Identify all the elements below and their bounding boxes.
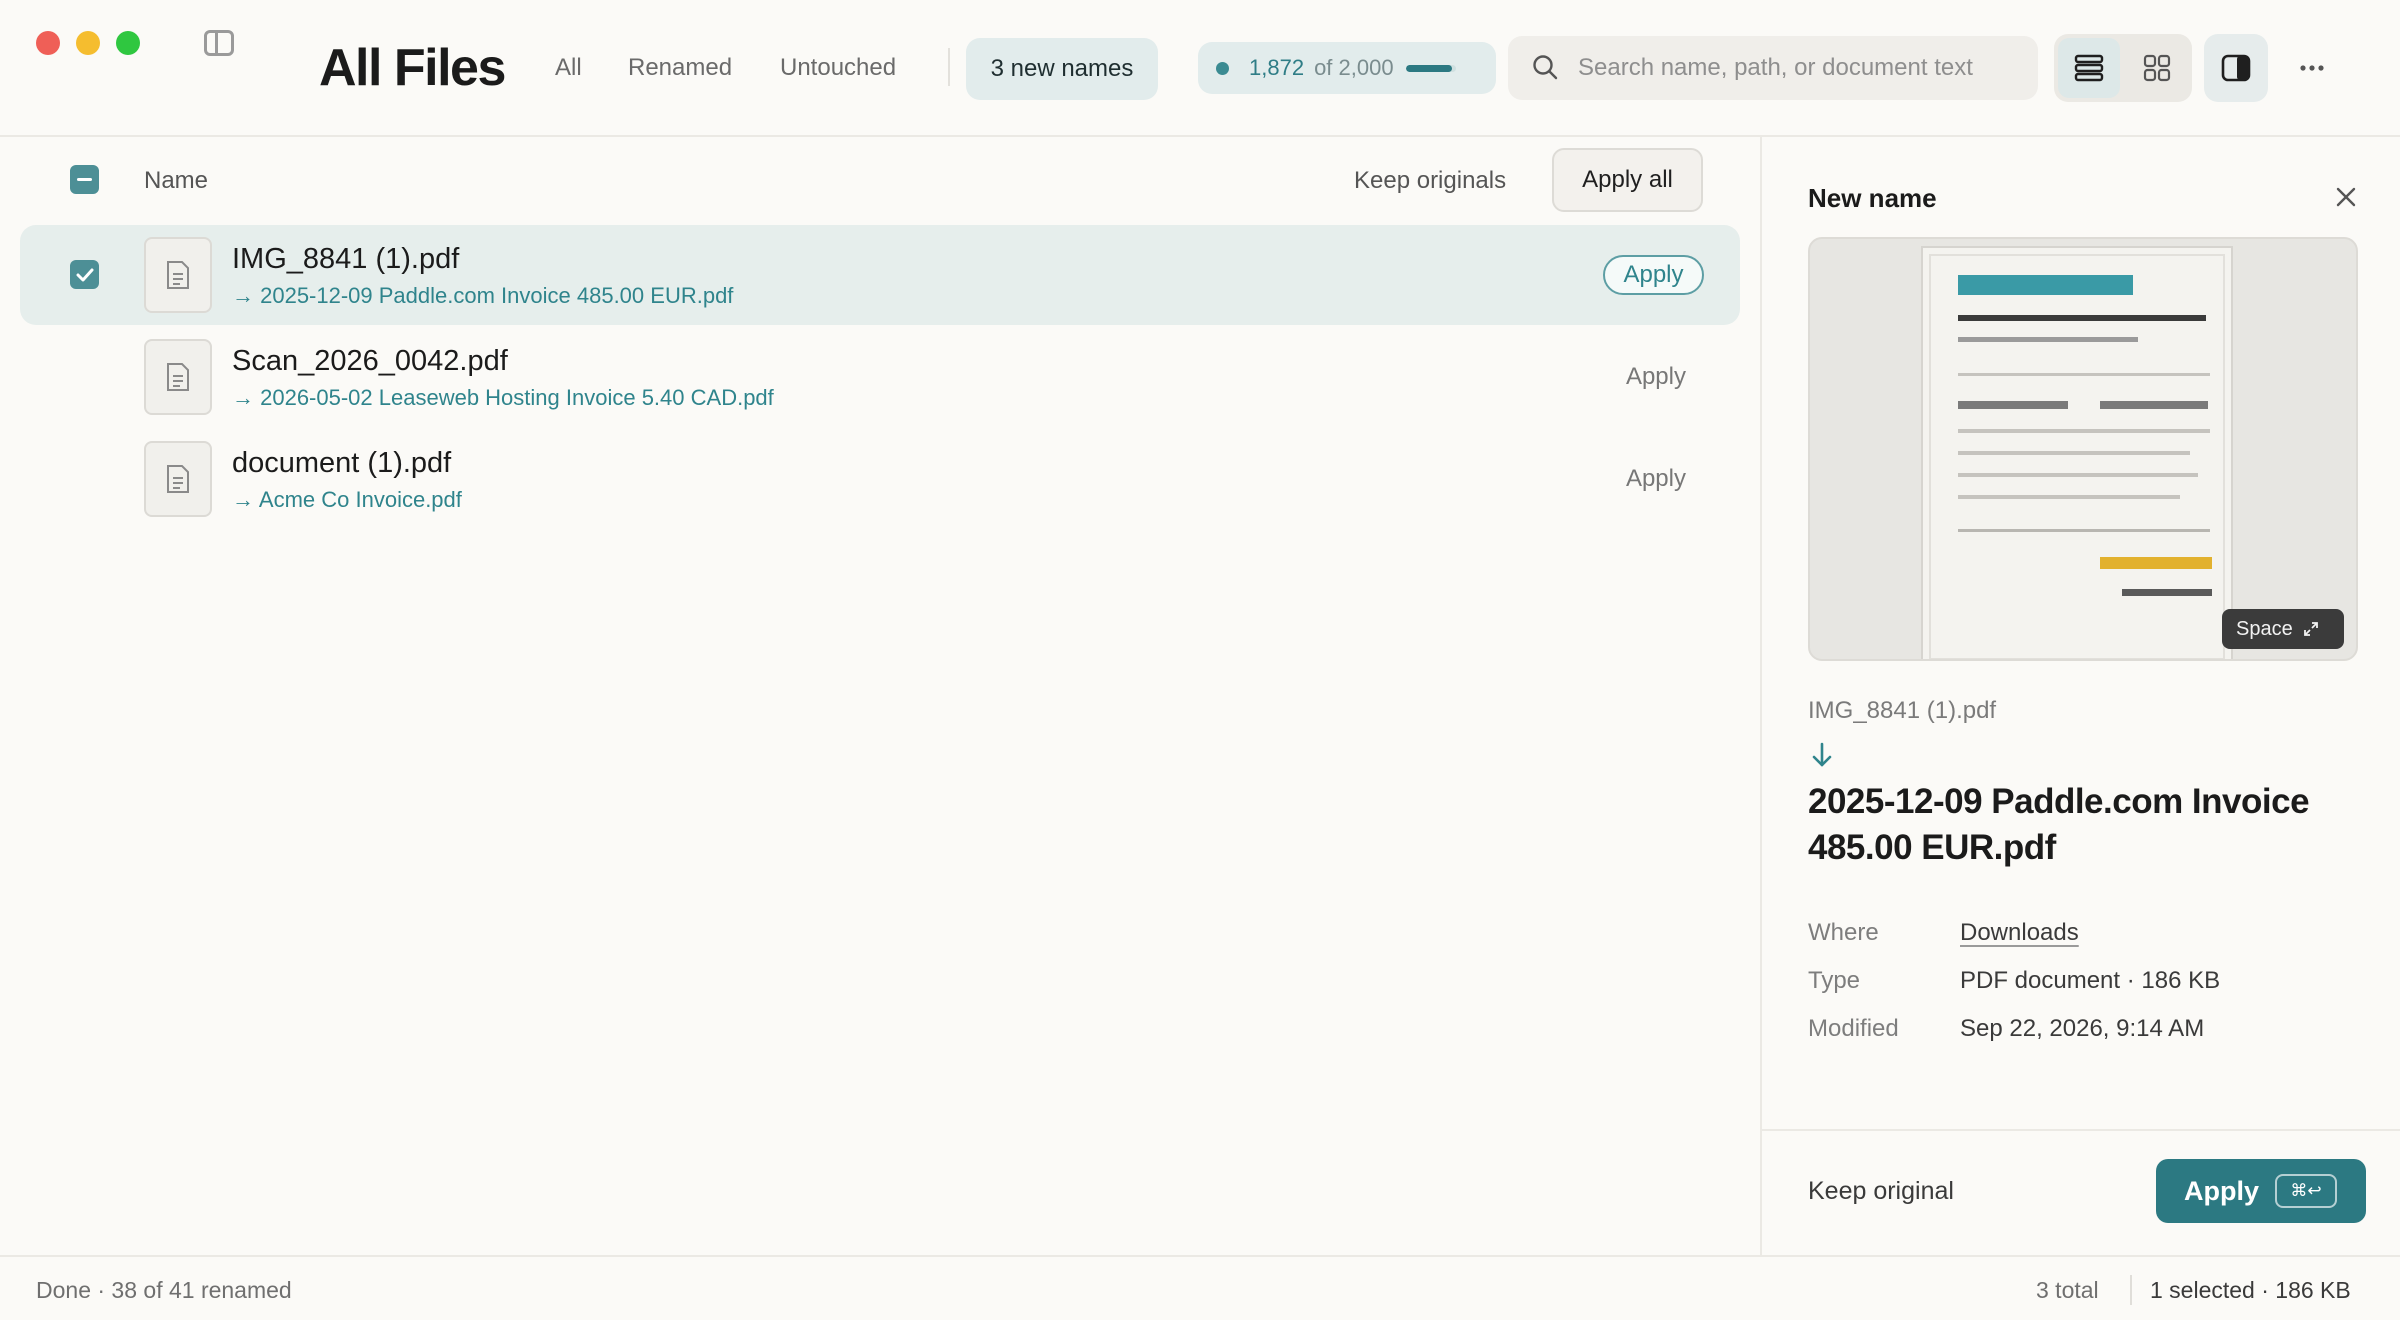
close-window-button[interactable] — [36, 31, 60, 55]
list-view-icon — [2074, 54, 2104, 82]
inspector-panel-icon — [2221, 54, 2251, 82]
list-view-button[interactable] — [2058, 38, 2120, 98]
file-suggested-name: → 2025-12-09 Paddle.com Invoice 485.00 E… — [232, 283, 734, 308]
tab-renamed[interactable]: Renamed — [628, 54, 732, 82]
file-row[interactable]: IMG_8841 (1).pdf → 2025-12-09 Paddle.com… — [20, 225, 1740, 325]
more-options-button[interactable] — [2292, 40, 2332, 96]
tab-all[interactable]: All — [555, 54, 582, 82]
status-bar: Done · 38 of 41 renamed 3 total 1 select… — [0, 1255, 2400, 1320]
file-list: Name Keep originals Apply all IMG_8841 (… — [0, 137, 1760, 1255]
status-total: 3 total — [2036, 1277, 2099, 1303]
search-icon — [1533, 55, 1558, 80]
close-icon[interactable] — [2334, 185, 2358, 209]
usage-progress-fill — [1405, 64, 1453, 72]
tab-untouched[interactable]: Untouched — [780, 54, 896, 82]
sidebar-toggle-icon[interactable] — [204, 30, 234, 56]
meta-where-label: Where — [1808, 919, 1879, 946]
list-header: Name Keep originals Apply all — [0, 137, 1760, 221]
grid-view-icon — [2143, 54, 2171, 82]
column-name-header[interactable]: Name — [144, 167, 208, 195]
expand-icon — [2303, 622, 2318, 636]
page-title: All Files — [319, 39, 506, 97]
pdf-file-icon — [144, 237, 212, 313]
meta-type-value: PDF document · 186 KB — [1960, 967, 2221, 994]
inspector-divider — [1762, 1129, 2400, 1131]
meta-where-link[interactable]: Downloads — [1960, 919, 2079, 947]
row-checkbox[interactable] — [70, 464, 99, 493]
usage-dot-icon — [1216, 61, 1229, 75]
file-row[interactable]: document (1).pdf → Acme Co Invoice.pdf A… — [20, 429, 1740, 529]
usage-meter[interactable]: 1,872 of 2,000 — [1198, 42, 1496, 94]
original-file-name: IMG_8841 (1).pdf — [1808, 697, 1997, 724]
usage-progress-bar — [1405, 64, 1456, 72]
usage-limit: of 2,000 — [1314, 55, 1394, 80]
toolbar-divider — [948, 48, 950, 86]
apply-all-button[interactable]: Apply all — [1552, 148, 1703, 212]
minimize-window-button[interactable] — [76, 31, 100, 55]
space-hint-label: Space — [2236, 617, 2293, 640]
apply-button[interactable]: Apply ⌘↩ — [2156, 1159, 2366, 1223]
document-thumbnail — [1921, 246, 2233, 659]
row-checkbox[interactable] — [70, 362, 99, 391]
status-progress-text: Done · 38 of 41 renamed — [36, 1277, 292, 1303]
row-apply-button[interactable]: Apply — [1608, 357, 1704, 397]
keep-original-button[interactable]: Keep original — [1808, 1177, 1954, 1206]
checkmark-icon — [76, 268, 93, 281]
search-input[interactable] — [1578, 50, 2018, 86]
keyboard-shortcut-hint: ⌘↩ — [2275, 1174, 2338, 1208]
new-names-filter[interactable]: 3 new names — [966, 38, 1158, 100]
file-original-name: IMG_8841 (1).pdf — [232, 243, 460, 275]
row-apply-button[interactable]: Apply — [1603, 255, 1704, 295]
file-row[interactable]: Scan_2026_0042.pdf → 2026-05-02 Leaseweb… — [20, 327, 1740, 427]
status-selection: 1 selected · 186 KB — [2150, 1277, 2351, 1303]
file-original-name: Scan_2026_0042.pdf — [232, 345, 508, 377]
arrow-down-icon — [1812, 742, 1832, 767]
pdf-file-icon — [144, 441, 212, 517]
inspector-panel: New name Space IMG_8841 (1).pdf 2025-12-… — [1760, 137, 2400, 1255]
row-checkbox[interactable] — [70, 260, 99, 289]
quicklook-space-badge[interactable]: Space — [2222, 609, 2344, 649]
zoom-window-button[interactable] — [116, 31, 140, 55]
document-preview[interactable]: Space — [1808, 237, 2358, 661]
ellipsis-icon — [2300, 65, 2324, 71]
pdf-file-icon — [144, 339, 212, 415]
inspector-toggle-button[interactable] — [2204, 34, 2268, 102]
file-suggested-name: → Acme Co Invoice.pdf — [232, 487, 462, 512]
status-divider — [2130, 1275, 2132, 1305]
keep-originals-button[interactable]: Keep originals — [1354, 167, 1506, 195]
file-suggested-name: → 2026-05-02 Leaseweb Hosting Invoice 5.… — [232, 385, 774, 410]
inspector-title: New name — [1808, 183, 1937, 213]
grid-view-button[interactable] — [2126, 38, 2188, 98]
row-apply-button[interactable]: Apply — [1608, 459, 1704, 499]
suggested-file-name: 2025-12-09 Paddle.com Invoice 485.00 EUR… — [1808, 782, 2310, 867]
toolbar: All Files All Renamed Untouched 3 new na… — [0, 0, 2400, 137]
meta-type-label: Type — [1808, 967, 1861, 994]
meta-modified-label: Modified — [1808, 1015, 1899, 1042]
apply-button-label: Apply — [2184, 1175, 2260, 1206]
file-original-name: document (1).pdf — [232, 447, 452, 479]
usage-count: 1,872 — [1249, 55, 1305, 80]
view-mode-switcher — [2054, 34, 2192, 102]
meta-modified-value: Sep 22, 2026, 9:14 AM — [1960, 1015, 2205, 1042]
search-field[interactable] — [1508, 36, 2038, 100]
select-all-checkbox[interactable] — [70, 165, 99, 194]
